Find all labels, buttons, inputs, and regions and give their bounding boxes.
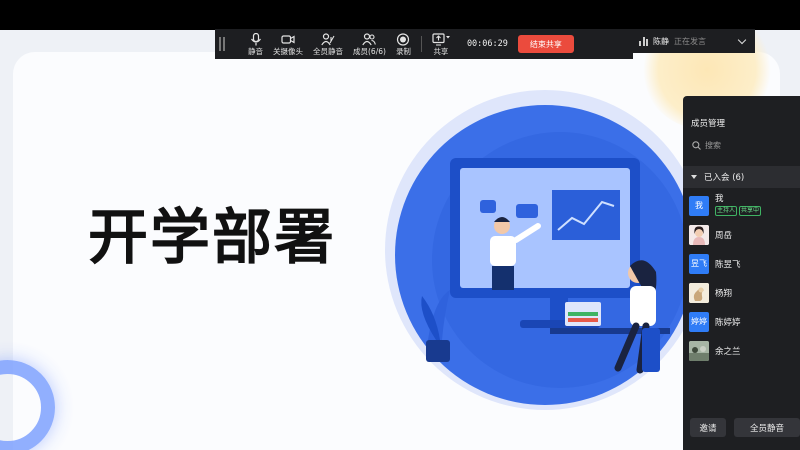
joined-group-header[interactable]: 已入会 (6) xyxy=(683,166,800,188)
user-photo-icon xyxy=(689,340,709,361)
meeting-toolbar: 静音 关摄像头 全员静音 成员(6/6) 录制 共享 00:06:29 结束共享 xyxy=(215,29,633,59)
share-label: 共享 xyxy=(433,46,449,56)
member-item-me[interactable]: 我 我 主持人 共享中 xyxy=(683,191,800,220)
mute-button[interactable]: 静音 xyxy=(243,29,268,59)
member-item[interactable]: 婷婷 陈婷婷 xyxy=(683,307,800,336)
member-name: 陈昱飞 xyxy=(715,259,741,270)
camera-label: 关摄像头 xyxy=(273,46,303,56)
end-share-button[interactable]: 结束共享 xyxy=(517,35,574,53)
avatar: 昱飞 xyxy=(689,253,709,274)
panel-mute-all-button[interactable]: 全员静音 xyxy=(733,418,800,437)
member-item[interactable]: 杨翔 xyxy=(683,278,800,307)
meeting-timer: 00:06:29 xyxy=(466,39,508,49)
screen-share-icon xyxy=(432,33,450,46)
speaker-name: 陈静 xyxy=(653,36,669,46)
share-button[interactable]: 共享 xyxy=(427,29,455,59)
record-label: 录制 xyxy=(395,46,411,56)
toolbar-drag-handle[interactable] xyxy=(219,37,225,51)
member-item[interactable]: 昱飞 陈昱飞 xyxy=(683,249,800,278)
member-name: 余之兰 xyxy=(715,346,741,357)
members-label: 成员(6/6) xyxy=(353,46,386,56)
member-name: 陈婷婷 xyxy=(715,317,741,328)
member-item[interactable]: 周岳 xyxy=(683,220,800,249)
toolbar-separator xyxy=(420,36,422,52)
record-button[interactable]: 录制 xyxy=(391,29,416,59)
audio-level-icon xyxy=(639,36,648,46)
sharing-badge: 共享中 xyxy=(739,206,762,217)
invite-button[interactable]: 邀请 xyxy=(690,418,726,437)
users-icon xyxy=(362,33,377,46)
speaker-status: 正在发言 xyxy=(674,36,706,46)
joined-group-label: 已入会 (6) xyxy=(704,173,745,183)
microphone-icon xyxy=(250,32,261,46)
avatar xyxy=(689,282,709,303)
member-name: 周岳 xyxy=(715,230,733,241)
member-name: 我 xyxy=(715,193,724,204)
panel-title: 成员管理 xyxy=(691,119,726,129)
member-management-panel: 成员管理 搜索 已入会 (6) 我 我 主持人 共享中 周岳 昱飞 陈昱飞 杨翔… xyxy=(683,96,800,450)
avatar xyxy=(689,224,709,245)
member-item[interactable]: 余之兰 xyxy=(683,336,800,365)
camera-icon xyxy=(281,35,295,44)
slide-title: 开学部署 xyxy=(88,203,336,273)
user-photo-icon xyxy=(689,282,709,303)
mute-all-label: 全员静音 xyxy=(313,46,343,56)
mute-all-button[interactable]: 全员静音 xyxy=(308,29,348,59)
top-black-strip xyxy=(0,0,800,30)
shared-slide: 开学部署 xyxy=(0,30,800,450)
avatar xyxy=(689,340,709,361)
caret-down-icon xyxy=(691,175,697,179)
search-placeholder: 搜索 xyxy=(705,141,721,150)
host-badge: 主持人 xyxy=(715,206,738,217)
avatar: 我 xyxy=(689,195,709,216)
avatar: 婷婷 xyxy=(689,311,709,332)
camera-button[interactable]: 关摄像头 xyxy=(268,29,308,59)
mute-label: 静音 xyxy=(248,46,263,56)
users-mute-icon xyxy=(321,33,335,46)
record-icon xyxy=(397,33,410,46)
member-name: 杨翔 xyxy=(715,288,733,299)
panel-footer: 邀请 全员静音 xyxy=(683,418,800,442)
speaking-indicator[interactable]: 陈静 正在发言 xyxy=(633,29,755,53)
member-list: 我 我 主持人 共享中 周岳 昱飞 陈昱飞 杨翔 婷婷 陈婷婷 余之兰 xyxy=(683,191,800,365)
online-class-illustration xyxy=(385,90,700,410)
members-button[interactable]: 成员(6/6) xyxy=(348,29,391,59)
user-photo-icon xyxy=(689,224,709,245)
member-search-input[interactable]: 搜索 xyxy=(689,137,800,154)
chevron-down-icon[interactable] xyxy=(737,35,747,45)
search-icon xyxy=(692,141,701,150)
